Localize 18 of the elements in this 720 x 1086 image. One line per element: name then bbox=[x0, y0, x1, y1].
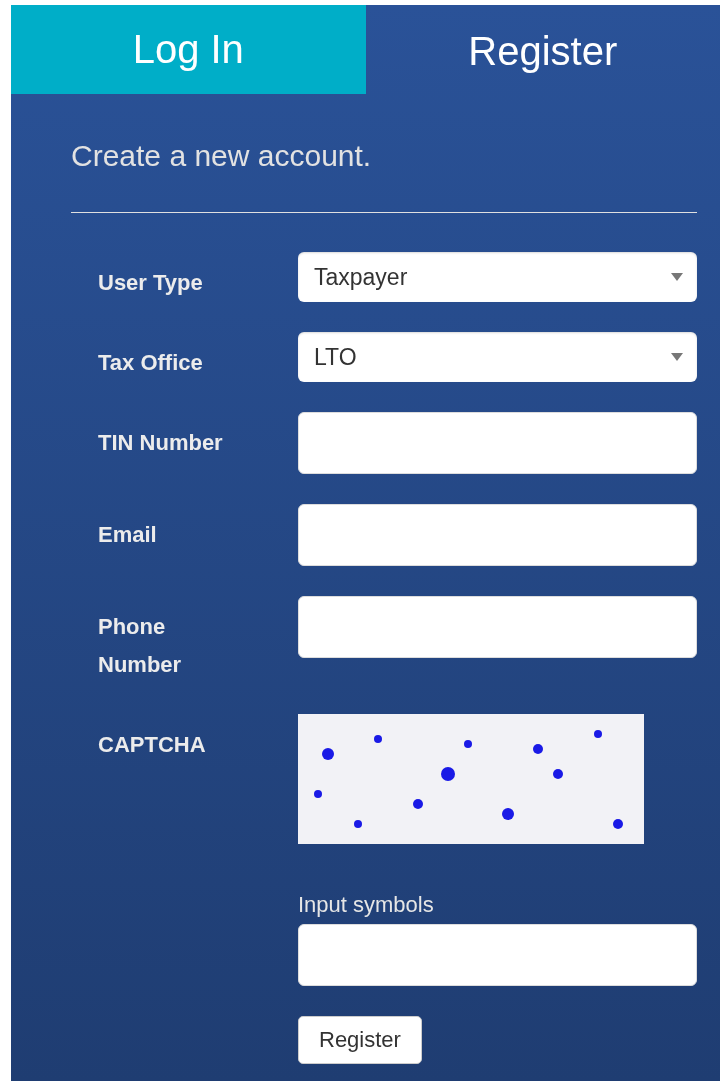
caret-icon bbox=[671, 353, 683, 361]
input-field[interactable] bbox=[298, 504, 697, 566]
dropdown[interactable]: Taxpayer bbox=[298, 252, 697, 302]
field-label: TIN Number bbox=[98, 429, 224, 457]
field-label: Tax Office bbox=[98, 349, 204, 377]
field-label: User Type bbox=[98, 269, 204, 297]
input-field[interactable] bbox=[298, 596, 697, 658]
input-field[interactable] bbox=[298, 924, 697, 986]
field-label: Phone Number bbox=[98, 613, 183, 679]
register-button[interactable]: Register bbox=[298, 1016, 422, 1064]
tab[interactable]: Register bbox=[365, 5, 720, 94]
form-heading: Create a new account. bbox=[71, 138, 373, 174]
field-label: CAPTCHA bbox=[98, 731, 207, 759]
caret-icon bbox=[671, 273, 683, 281]
dropdown[interactable]: LTO bbox=[298, 332, 697, 382]
input-field[interactable] bbox=[298, 412, 697, 474]
field-label: Input symbols bbox=[298, 892, 435, 918]
field-label: Email bbox=[98, 521, 158, 549]
